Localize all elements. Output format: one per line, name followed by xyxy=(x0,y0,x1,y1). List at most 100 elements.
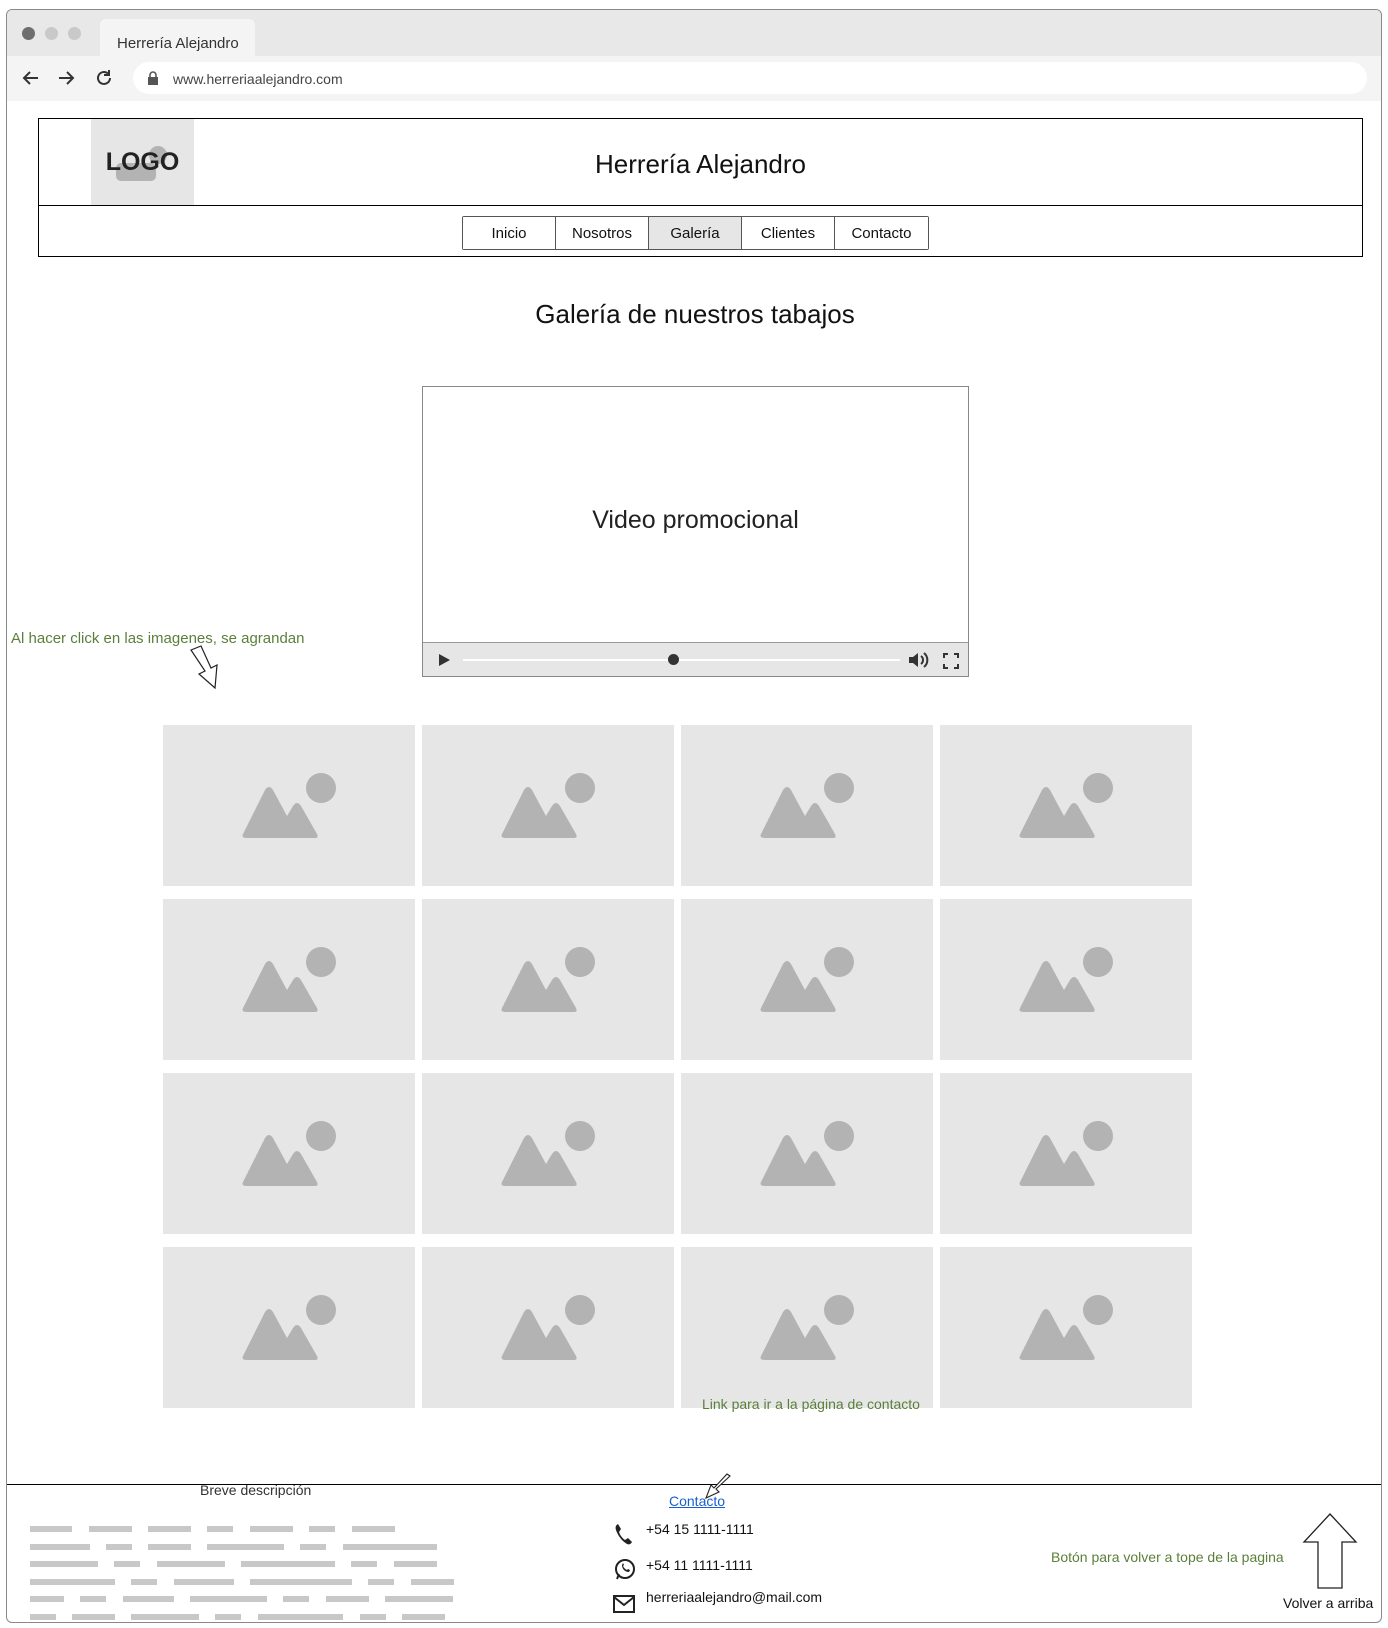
image-placeholder-icon xyxy=(1019,1294,1113,1360)
gallery-image[interactable] xyxy=(940,899,1192,1060)
page-content: LOGO Herrería Alejandro Inicio Nosotros … xyxy=(7,101,1381,1622)
tab-bar: Herrería Alejandro xyxy=(7,10,1381,56)
annotation-back-to-top: Botón para volver a tope de la pagina xyxy=(1051,1549,1284,1565)
description-placeholder-line xyxy=(300,1543,326,1550)
gallery-image[interactable] xyxy=(681,725,933,886)
description-placeholder-line xyxy=(131,1613,199,1620)
description-placeholder-line xyxy=(30,1578,115,1585)
whatsapp-number: +54 11 1111-1111 xyxy=(646,1557,753,1573)
image-placeholder-icon xyxy=(501,946,595,1012)
forward-arrow-icon[interactable] xyxy=(55,67,77,89)
image-placeholder-icon xyxy=(1019,1120,1113,1186)
lock-icon xyxy=(147,71,159,90)
image-placeholder-icon xyxy=(760,1120,854,1186)
nav-clientes[interactable]: Clientes xyxy=(742,217,835,249)
description-placeholder-line xyxy=(123,1596,174,1602)
gallery-image[interactable] xyxy=(422,1247,674,1408)
back-arrow-icon[interactable] xyxy=(20,67,42,89)
gallery-image[interactable] xyxy=(163,1073,415,1234)
reload-icon[interactable] xyxy=(93,67,115,89)
description-placeholder-line xyxy=(30,1596,64,1602)
description-placeholder-line xyxy=(326,1596,369,1602)
gallery-image[interactable] xyxy=(940,1247,1192,1408)
browser-window: Herrería Alejandro www.herreriaalejandro… xyxy=(6,9,1382,1623)
annotation-arrow-down-icon xyxy=(190,645,218,690)
gallery-image[interactable] xyxy=(681,1073,933,1234)
description-placeholder-line xyxy=(207,1526,233,1532)
description-placeholder-line xyxy=(30,1613,56,1620)
description-placeholder-line xyxy=(131,1578,157,1585)
gallery-image[interactable] xyxy=(940,725,1192,886)
description-placeholder-line xyxy=(250,1526,293,1532)
nav-inicio[interactable]: Inicio xyxy=(463,217,556,249)
description-placeholder-line xyxy=(114,1561,140,1567)
description-placeholder-line xyxy=(89,1526,132,1532)
image-placeholder-icon xyxy=(242,1120,336,1186)
nav-nosotros[interactable]: Nosotros xyxy=(556,217,649,249)
description-placeholder-line xyxy=(148,1526,191,1532)
image-placeholder-icon xyxy=(501,1120,595,1186)
window-maximize-dot[interactable] xyxy=(68,27,81,40)
description-placeholder-line xyxy=(241,1561,335,1567)
description-placeholder-line xyxy=(30,1543,90,1550)
image-placeholder-icon xyxy=(760,772,854,838)
back-to-top-label[interactable]: Volver a arriba xyxy=(1283,1595,1373,1611)
annotation-contact-link: Link para ir a la página de contacto xyxy=(702,1396,920,1412)
description-placeholder-line xyxy=(360,1613,386,1620)
video-progress-handle[interactable] xyxy=(667,654,679,665)
site-footer: Breve descripción Contacto +54 15 1111-1… xyxy=(7,1473,1381,1622)
description-placeholder-line xyxy=(174,1578,234,1585)
gallery-image[interactable] xyxy=(681,1247,933,1408)
main-nav: Inicio Nosotros Galería Clientes Contact… xyxy=(462,216,929,250)
description-placeholder-line xyxy=(106,1543,132,1550)
site-header: LOGO Herrería Alejandro Inicio Nosotros … xyxy=(38,118,1363,257)
gallery-image[interactable] xyxy=(163,899,415,1060)
description-placeholder-line xyxy=(368,1578,394,1585)
description-placeholder-line xyxy=(250,1578,352,1585)
image-placeholder-icon xyxy=(501,1294,595,1360)
window-close-dot[interactable] xyxy=(22,27,35,40)
gallery-image[interactable] xyxy=(422,1073,674,1234)
promo-video[interactable]: Video promocional xyxy=(422,386,969,677)
video-progress-track[interactable] xyxy=(463,659,900,661)
footer-description-label: Breve descripción xyxy=(200,1482,312,1498)
gallery-image[interactable] xyxy=(163,725,415,886)
nav-contacto[interactable]: Contacto xyxy=(835,217,928,249)
phone-number: +54 15 1111-1111 xyxy=(646,1521,754,1537)
description-placeholder-line xyxy=(215,1613,241,1620)
whatsapp-icon xyxy=(613,1557,637,1586)
description-placeholder-line xyxy=(394,1561,437,1567)
header-banner: LOGO Herrería Alejandro xyxy=(39,119,1362,206)
email-address: herreriaalejandro@mail.com xyxy=(646,1589,823,1605)
browser-tab-title: Herrería Alejandro xyxy=(117,35,239,52)
browser-toolbar: www.herreriaalejandro.com xyxy=(7,56,1381,101)
gallery-image[interactable] xyxy=(422,899,674,1060)
image-placeholder-icon xyxy=(1019,772,1113,838)
image-placeholder-icon xyxy=(760,1294,854,1360)
image-placeholder-icon xyxy=(242,946,336,1012)
window-minimize-dot[interactable] xyxy=(45,27,58,40)
description-placeholder-line xyxy=(30,1561,98,1567)
browser-tab[interactable]: Herrería Alejandro xyxy=(100,19,255,56)
volume-icon[interactable] xyxy=(908,651,930,674)
description-placeholder-line xyxy=(207,1543,284,1550)
gallery-image[interactable] xyxy=(681,899,933,1060)
description-placeholder-line xyxy=(80,1596,106,1602)
gallery-image[interactable] xyxy=(940,1073,1192,1234)
phone-icon xyxy=(613,1521,635,1552)
description-placeholder-line xyxy=(72,1613,115,1620)
description-placeholder-line xyxy=(30,1526,72,1532)
description-placeholder-line xyxy=(258,1613,343,1620)
address-bar[interactable]: www.herreriaalejandro.com xyxy=(133,62,1367,94)
fullscreen-icon[interactable] xyxy=(943,653,959,674)
site-title: Herrería Alejandro xyxy=(595,149,806,179)
description-placeholder-line xyxy=(157,1561,225,1567)
gallery-image[interactable] xyxy=(163,1247,415,1408)
description-placeholder-line xyxy=(148,1543,191,1550)
back-to-top-arrow-icon[interactable] xyxy=(1302,1512,1358,1590)
video-label: Video promocional xyxy=(592,506,799,534)
play-icon[interactable] xyxy=(437,653,451,672)
gallery-image[interactable] xyxy=(422,725,674,886)
logo[interactable]: LOGO xyxy=(91,119,194,205)
nav-galeria[interactable]: Galería xyxy=(649,217,742,249)
